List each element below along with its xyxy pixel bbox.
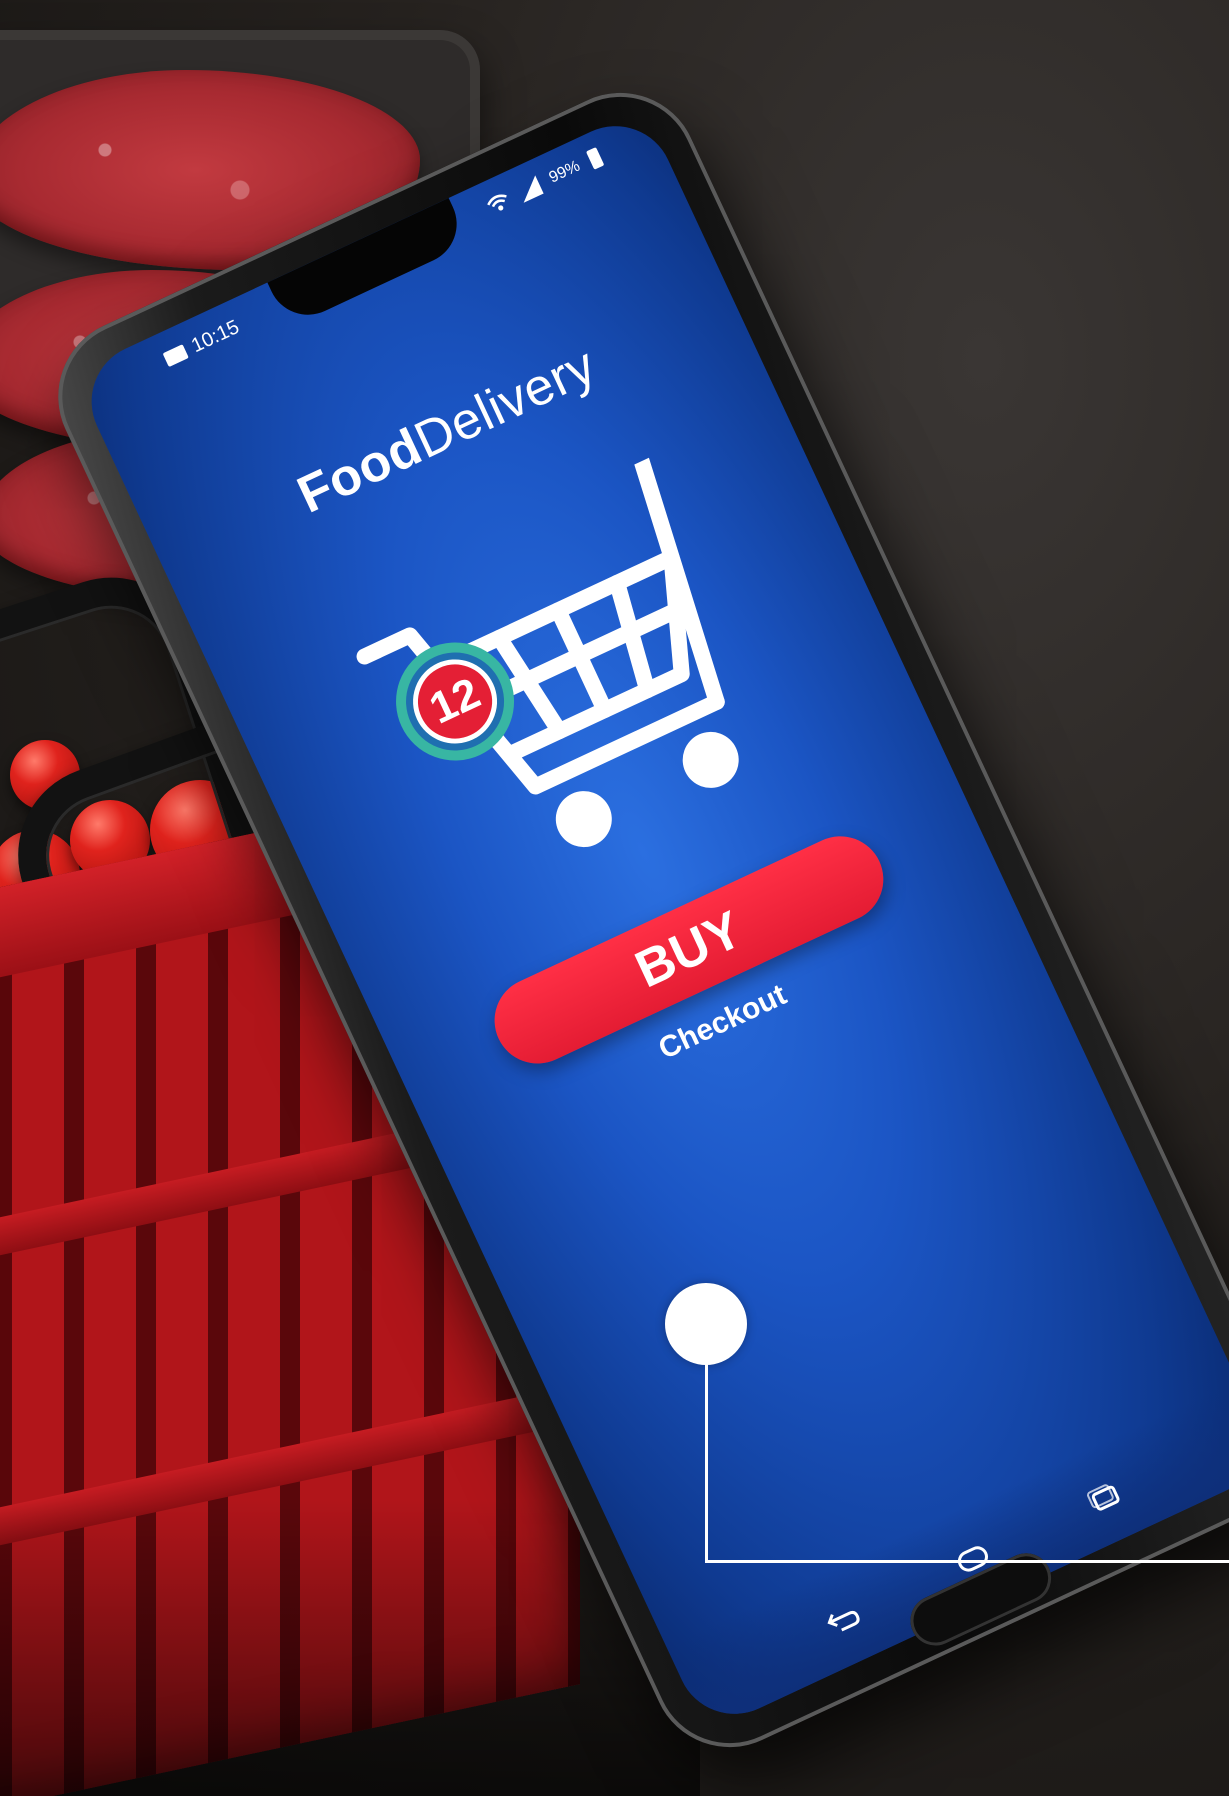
recent-apps-icon[interactable]	[1080, 1476, 1129, 1520]
wifi-icon	[485, 191, 513, 217]
status-time-group: 10:15	[161, 316, 243, 371]
message-icon	[162, 344, 189, 368]
callout-marker	[665, 1283, 747, 1365]
app-title-bold: Food	[289, 417, 431, 525]
battery-level: 99%	[546, 157, 583, 187]
status-indicators: 99%	[484, 147, 605, 217]
status-time: 10:15	[188, 316, 243, 358]
navigation-bar	[665, 1379, 1229, 1733]
signal-icon	[515, 175, 544, 203]
battery-icon	[585, 147, 605, 170]
callout-line-vertical	[705, 1362, 708, 1562]
cart-count: 12	[399, 645, 511, 758]
callout-line-horizontal	[705, 1560, 1229, 1563]
scene: 10:15 99% FoodDelivery 12 BUY Checkout	[0, 0, 1229, 1796]
app-title-light: Delivery	[406, 336, 605, 471]
back-icon[interactable]	[817, 1598, 866, 1642]
